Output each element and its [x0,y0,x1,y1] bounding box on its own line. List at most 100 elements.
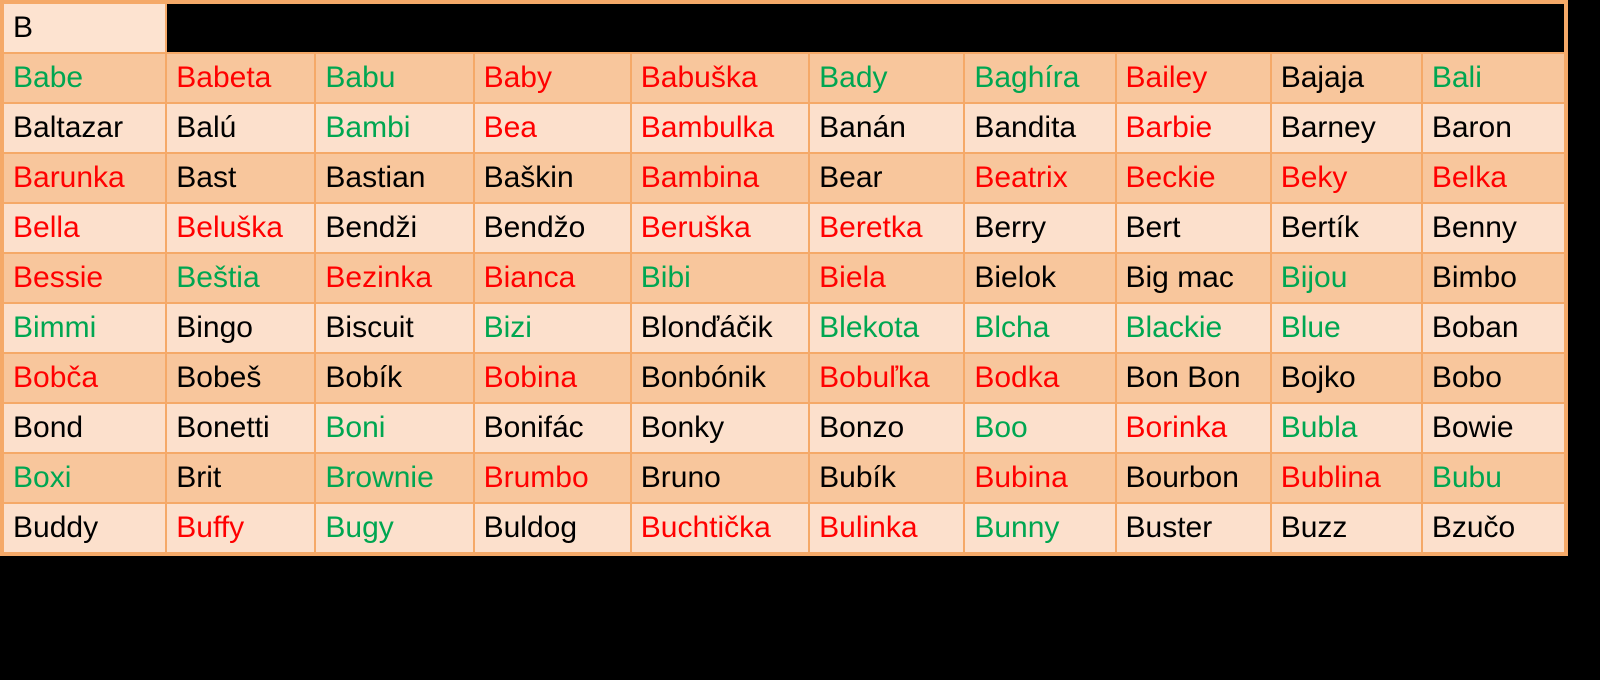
name-cell[interactable]: Barbie [1116,104,1270,152]
name-cell[interactable]: Baghíra [965,54,1115,102]
name-cell[interactable]: Brit [167,454,315,502]
name-cell[interactable]: Boo [965,404,1115,452]
name-cell[interactable]: Bond [4,404,166,452]
name-cell[interactable]: Bailey [1116,54,1270,102]
name-cell[interactable]: Buldog [474,504,630,552]
name-cell[interactable]: Bonky [631,404,809,452]
name-cell[interactable]: Bon Bon [1116,354,1270,402]
name-cell[interactable]: Baron [1422,104,1564,152]
name-cell[interactable]: Bandita [965,104,1115,152]
name-cell[interactable]: Babe [4,54,166,102]
name-cell[interactable]: Beckie [1116,154,1270,202]
name-cell[interactable]: Bzučo [1422,504,1564,552]
name-cell[interactable]: Bowie [1422,404,1564,452]
name-cell[interactable]: Bubina [965,454,1115,502]
name-cell[interactable]: Bastian [316,154,473,202]
name-cell[interactable]: Beky [1271,154,1421,202]
name-cell[interactable]: Bobča [4,354,166,402]
name-cell[interactable]: Biela [810,254,964,302]
name-cell[interactable]: Bojko [1271,354,1421,402]
name-cell[interactable]: Bonzo [810,404,964,452]
name-cell[interactable]: Baltazar [4,104,166,152]
name-cell[interactable]: Blcha [965,304,1115,352]
name-cell[interactable]: Bobík [316,354,473,402]
name-cell[interactable]: Bublina [1271,454,1421,502]
name-cell[interactable]: Buddy [4,504,166,552]
name-cell[interactable]: Bingo [167,304,315,352]
name-cell[interactable]: Bibi [631,254,809,302]
name-cell[interactable]: Berry [965,204,1115,252]
name-cell[interactable]: Bert [1116,204,1270,252]
name-cell[interactable]: Barunka [4,154,166,202]
name-cell[interactable]: Bijou [1271,254,1421,302]
name-cell[interactable]: Beštia [167,254,315,302]
name-cell[interactable]: Boxi [4,454,166,502]
name-cell[interactable]: Babu [316,54,473,102]
name-cell[interactable]: Blue [1271,304,1421,352]
name-cell[interactable]: Beatrix [965,154,1115,202]
name-cell[interactable]: Bobuľka [810,354,964,402]
name-cell[interactable]: Bubík [810,454,964,502]
name-cell[interactable]: Bezinka [316,254,473,302]
name-cell[interactable]: Baby [474,54,630,102]
name-cell[interactable]: Baškin [474,154,630,202]
name-cell[interactable]: Bulinka [810,504,964,552]
name-cell[interactable]: Bunny [965,504,1115,552]
name-cell[interactable]: Bubu [1422,454,1564,502]
name-cell[interactable]: Buffy [167,504,315,552]
name-cell[interactable]: Bugy [316,504,473,552]
name-cell[interactable]: Blekota [810,304,964,352]
name-cell[interactable]: Bielok [965,254,1115,302]
name-cell[interactable]: Bobina [474,354,630,402]
name-cell[interactable]: Bianca [474,254,630,302]
name-cell[interactable]: Brumbo [474,454,630,502]
name-cell[interactable]: Bobeš [167,354,315,402]
name-cell[interactable]: Bonifác [474,404,630,452]
name-cell[interactable]: Beruška [631,204,809,252]
name-cell[interactable]: Bessie [4,254,166,302]
name-cell[interactable]: Benny [1422,204,1564,252]
name-cell[interactable]: Buster [1116,504,1270,552]
name-cell[interactable]: Boni [316,404,473,452]
name-cell[interactable]: Borinka [1116,404,1270,452]
name-cell[interactable]: Bendžo [474,204,630,252]
name-cell[interactable]: Banán [810,104,964,152]
name-cell[interactable]: Bonbónik [631,354,809,402]
name-cell[interactable]: Bobo [1422,354,1564,402]
name-cell[interactable]: Bendži [316,204,473,252]
name-cell[interactable]: Balú [167,104,315,152]
name-cell[interactable]: Beretka [810,204,964,252]
name-cell[interactable]: Bimmi [4,304,166,352]
name-cell[interactable]: Bodka [965,354,1115,402]
name-cell[interactable]: Bimbo [1422,254,1564,302]
name-cell[interactable]: Belka [1422,154,1564,202]
name-cell[interactable]: Brownie [316,454,473,502]
name-cell[interactable]: Bambulka [631,104,809,152]
name-cell[interactable]: Bertík [1271,204,1421,252]
name-cell[interactable]: Buchtička [631,504,809,552]
name-cell[interactable]: Bajaja [1271,54,1421,102]
name-cell[interactable]: Babuška [631,54,809,102]
name-cell[interactable]: Bruno [631,454,809,502]
name-cell[interactable]: Boban [1422,304,1564,352]
name-cell[interactable]: Bast [167,154,315,202]
name-cell[interactable]: Bizi [474,304,630,352]
name-cell[interactable]: Babeta [167,54,315,102]
name-cell[interactable]: Barney [1271,104,1421,152]
name-cell[interactable]: Bea [474,104,630,152]
name-cell[interactable]: Bali [1422,54,1564,102]
name-cell[interactable]: Blonďáčik [631,304,809,352]
name-cell[interactable]: Bear [810,154,964,202]
name-cell[interactable]: Blackie [1116,304,1270,352]
name-cell[interactable]: Bourbon [1116,454,1270,502]
name-cell[interactable]: Bambina [631,154,809,202]
name-cell[interactable]: Bady [810,54,964,102]
name-cell[interactable]: Buzz [1271,504,1421,552]
name-cell[interactable]: Big mac [1116,254,1270,302]
name-cell[interactable]: Bella [4,204,166,252]
name-cell[interactable]: Beluška [167,204,315,252]
name-cell[interactable]: Biscuit [316,304,473,352]
name-cell[interactable]: Bubla [1271,404,1421,452]
name-cell[interactable]: Bonetti [167,404,315,452]
name-cell[interactable]: Bambi [316,104,473,152]
